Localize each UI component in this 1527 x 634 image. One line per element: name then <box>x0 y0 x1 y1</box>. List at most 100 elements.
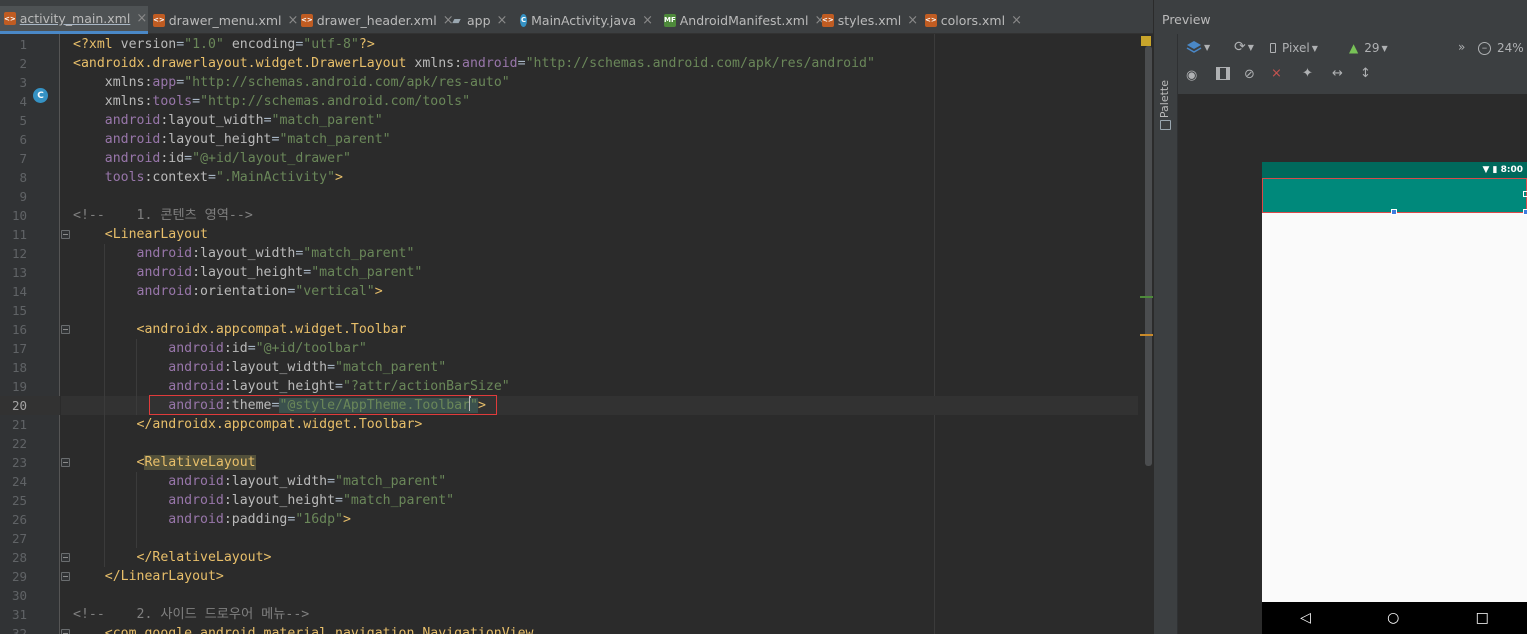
autoconnect-toggle[interactable]: ⊘ <box>1244 67 1255 82</box>
clear-constraints-button[interactable]: ⨯ <box>1271 66 1282 81</box>
show-margins-button[interactable] <box>1216 67 1230 80</box>
toolbar-preview[interactable] <box>1262 178 1527 215</box>
palette-tab[interactable]: Palette <box>1158 80 1171 118</box>
close-icon[interactable]: × <box>136 11 147 26</box>
zoom-out-icon[interactable]: – <box>1478 41 1491 55</box>
code-line[interactable]: xmlns:app="http://schemas.android.com/ap… <box>61 73 1153 92</box>
code-line[interactable] <box>61 586 1153 605</box>
gutter-row[interactable]: 21 <box>0 415 60 434</box>
gutter-row[interactable]: 3 <box>0 73 60 92</box>
gutter-row[interactable]: 23 <box>0 453 60 472</box>
tab-drawer-header-xml[interactable]: <> drawer_header.xml × <box>297 6 454 34</box>
code-line[interactable]: </LinearLayout> <box>61 567 1153 586</box>
gutter-row[interactable]: 5 <box>0 111 60 130</box>
gutter-row[interactable]: 14 <box>0 282 60 301</box>
close-icon[interactable]: × <box>907 13 918 28</box>
code-line[interactable]: <!-- 1. 콘텐츠 영역--> <box>61 206 1153 225</box>
component-tree-icon[interactable] <box>1160 120 1171 130</box>
pack-vertical-button[interactable]: ↕ <box>1360 66 1371 81</box>
close-icon[interactable]: × <box>497 13 508 28</box>
code-line[interactable] <box>61 301 1153 320</box>
code-line[interactable]: <com.google.android.material.navigation.… <box>61 624 1153 634</box>
code-line[interactable]: android:layout_width="match_parent" <box>61 358 1153 377</box>
code-area[interactable]: <?xml version="1.0" encoding="utf-8"?> <a… <box>61 34 1153 634</box>
home-icon[interactable]: ○ <box>1387 610 1399 626</box>
gutter-row[interactable]: 15 <box>0 301 60 320</box>
gutter-row[interactable]: 10 <box>0 206 60 225</box>
gutter-row[interactable]: 27 <box>0 529 60 548</box>
code-line[interactable] <box>61 529 1153 548</box>
close-icon[interactable]: × <box>642 13 653 28</box>
tab-app[interactable]: ▰ app × <box>446 6 515 34</box>
code-line[interactable]: android:layout_height="?attr/actionBarSi… <box>61 377 1153 396</box>
orientation-dropdown[interactable]: ⟳ ▼ <box>1234 39 1254 55</box>
gutter-row[interactable]: 24 <box>0 472 60 491</box>
code-line[interactable]: xmlns:tools="http://schemas.android.com/… <box>61 92 1153 111</box>
code-line[interactable]: android:layout_width="match_parent" <box>61 111 1153 130</box>
code-line[interactable]: android:id="@+id/layout_drawer" <box>61 149 1153 168</box>
view-options-button[interactable]: ◉ <box>1186 68 1197 83</box>
code-line[interactable]: android:orientation="vertical"> <box>61 282 1153 301</box>
gutter-row[interactable]: 7 <box>0 149 60 168</box>
code-line[interactable]: <androidx.drawerlayout.widget.DrawerLayo… <box>61 54 1153 73</box>
zoom-controls[interactable]: – 24% <box>1478 41 1524 55</box>
tab-drawer-menu-xml[interactable]: <> drawer_menu.xml × <box>149 6 298 34</box>
tab-styles-xml[interactable]: <> styles.xml × <box>818 6 920 34</box>
tab-androidmanifest-xml[interactable]: MF AndroidManifest.xml × <box>660 6 825 34</box>
infer-constraints-button[interactable]: ✦ <box>1302 66 1313 81</box>
tab-activity-main-xml[interactable]: <> activity_main.xml × <box>0 6 148 34</box>
resize-handle-right[interactable] <box>1523 191 1527 197</box>
code-line[interactable]: tools:context=".MainActivity"> <box>61 168 1153 187</box>
gutter-row[interactable]: 26 <box>0 510 60 529</box>
resize-handle-bottom[interactable] <box>1391 209 1397 215</box>
code-line[interactable]: android:id="@+id/toolbar" <box>61 339 1153 358</box>
editor-scrollbar[interactable] <box>1145 46 1152 466</box>
change-marker[interactable] <box>1140 296 1153 298</box>
gutter-row[interactable]: 9 <box>0 187 60 206</box>
resize-handle-corner[interactable] <box>1523 209 1527 215</box>
design-surface-dropdown[interactable]: ▼ <box>1186 40 1210 54</box>
code-line[interactable]: <!-- 2. 사이드 드로우어 메뉴--> <box>61 605 1153 624</box>
gutter-row[interactable]: 17 <box>0 339 60 358</box>
code-line[interactable]: <LinearLayout <box>61 225 1153 244</box>
gutter-row[interactable]: 19 <box>0 377 60 396</box>
warning-marker[interactable] <box>1140 334 1153 336</box>
gutter-row[interactable]: 29 <box>0 567 60 586</box>
pack-horizontal-button[interactable]: ↔ <box>1332 66 1343 81</box>
code-line[interactable]: <RelativeLayout <box>61 453 1153 472</box>
close-icon[interactable]: × <box>1011 13 1022 28</box>
back-icon[interactable]: ◁ <box>1300 610 1311 626</box>
gutter-row[interactable]: 12 <box>0 244 60 263</box>
more-actions-button[interactable]: » <box>1458 40 1465 54</box>
gutter-row[interactable]: 4 <box>0 92 60 111</box>
code-line[interactable]: </RelativeLayout> <box>61 548 1153 567</box>
gutter-row[interactable]: 20 <box>0 396 60 415</box>
device-preview-screen[interactable]: ▼ ▮ 8:00 ◁ ○ □ <box>1262 162 1527 634</box>
gutter-row[interactable]: 22 <box>0 434 60 453</box>
gutter-row[interactable]: 25 <box>0 491 60 510</box>
gutter-row[interactable]: 28 <box>0 548 60 567</box>
gutter-row[interactable]: 32 <box>0 624 60 634</box>
gutter-row[interactable]: 2 <box>0 54 60 73</box>
tab-mainactivity-java[interactable]: C MainActivity.java × <box>516 6 659 34</box>
code-line[interactable]: android:padding="16dp"> <box>61 510 1153 529</box>
code-line[interactable] <box>61 187 1153 206</box>
gutter-row[interactable]: 11 <box>0 225 60 244</box>
warning-indicator-icon[interactable] <box>1141 36 1151 46</box>
code-line[interactable]: <?xml version="1.0" encoding="utf-8"?> <box>61 35 1153 54</box>
code-line[interactable]: </androidx.appcompat.widget.Toolbar> <box>61 415 1153 434</box>
gutter-row[interactable]: 30 <box>0 586 60 605</box>
gutter-row[interactable]: 6 <box>0 130 60 149</box>
code-line[interactable]: android:layout_width="match_parent" <box>61 244 1153 263</box>
gutter-row[interactable]: 8 <box>0 168 60 187</box>
code-line[interactable]: android:layout_width="match_parent" <box>61 472 1153 491</box>
code-line[interactable] <box>61 434 1153 453</box>
device-dropdown[interactable]: Pixel ▼ <box>1270 41 1318 55</box>
code-line[interactable]: android:layout_height="match_parent" <box>61 491 1153 510</box>
code-line[interactable]: android:layout_height="match_parent" <box>61 263 1153 282</box>
code-editor[interactable]: C 1 2 3 4 5 6 7 8 9 10 11 12 13 14 15 16 17 18 19 20 21 22 23 2… <box>0 34 1153 634</box>
api-level-dropdown[interactable]: ▲ 29 ▼ <box>1349 41 1388 55</box>
code-line[interactable]: android:layout_height="match_parent" <box>61 130 1153 149</box>
gutter-row[interactable]: 1 <box>0 35 60 54</box>
gutter-row[interactable]: 18 <box>0 358 60 377</box>
